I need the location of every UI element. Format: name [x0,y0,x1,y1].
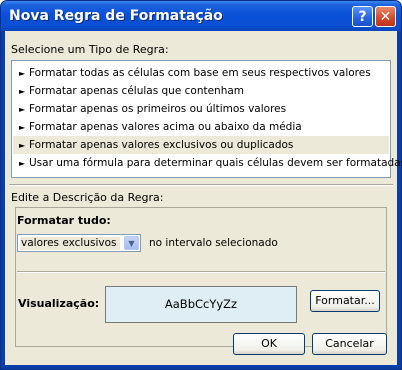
rule-type-label: Selecione um Tipo de Regra: [11,43,169,56]
rule-type-item[interactable]: ► Usar uma fórmula para determinar quais … [13,154,402,172]
format-button[interactable]: Formatar... [310,290,380,312]
close-button[interactable]: ✕ [375,6,396,27]
rule-type-item-label: Formatar apenas valores exclusivos ou du… [29,139,294,151]
dialog-window: Nova Regra de Formatação ? ✕ Selecione u… [0,0,402,370]
preview-text: AaBbCcYyZz [164,297,238,311]
rule-type-item-label: Formatar apenas os primeiros ou últimos … [29,103,287,115]
bullet-arrow-icon: ► [19,69,26,78]
dialog-body: Selecione um Tipo de Regra: ► Formatar to… [5,31,402,365]
rule-type-item[interactable]: ► Formatar todas as células com base em s… [13,64,389,82]
preview-box: AaBbCcYyZz [105,286,297,323]
format-values-select[interactable]: valores exclusivos ▼ [17,234,141,252]
rule-type-item-label: Formatar apenas células que contenham [29,85,245,97]
ok-button[interactable]: OK [233,333,305,355]
bullet-arrow-icon: ► [19,123,26,132]
bullet-arrow-icon: ► [19,141,26,150]
help-icon: ? [358,8,367,25]
bullet-arrow-icon: ► [19,87,26,96]
rule-description-label: Edite a Descrição da Regra: [11,191,164,204]
rule-type-item-selected[interactable]: ► Formatar apenas valores exclusivos ou d… [13,136,389,154]
rule-type-item-label: Formatar apenas valores acima ou abaixo … [29,121,302,133]
bullet-arrow-icon: ► [19,105,26,114]
panel-divider [17,271,385,273]
rule-type-item-label: Formatar todas as células com base em se… [29,67,371,79]
cancel-button[interactable]: Cancelar [312,333,387,355]
rule-type-item[interactable]: ► Formatar apenas valores acima ou abaixo… [13,118,389,136]
bullet-arrow-icon: ► [19,159,26,168]
rule-type-item-label: Usar uma fórmula para determinar quais c… [29,157,402,169]
section-divider [9,184,393,186]
range-text: no intervalo selecionado [149,237,278,249]
chevron-down-icon[interactable]: ▼ [124,236,139,250]
format-values-select-value: valores exclusivos [20,237,120,250]
rule-description-panel [15,207,387,347]
preview-label: Visualização: [18,297,100,310]
rule-type-item[interactable]: ► Formatar apenas células que contenham [13,82,389,100]
rule-type-item[interactable]: ► Formatar apenas os primeiros ou últimos… [13,100,389,118]
format-all-label: Formatar tudo: [17,214,111,227]
title-bar[interactable]: Nova Regra de Formatação ? ✕ [1,1,401,31]
rule-type-list[interactable]: ► Formatar todas as células com base em s… [11,60,402,178]
window-title: Nova Regra de Formatação [9,8,223,24]
help-button[interactable]: ? [352,6,373,27]
close-icon: ✕ [379,8,392,25]
